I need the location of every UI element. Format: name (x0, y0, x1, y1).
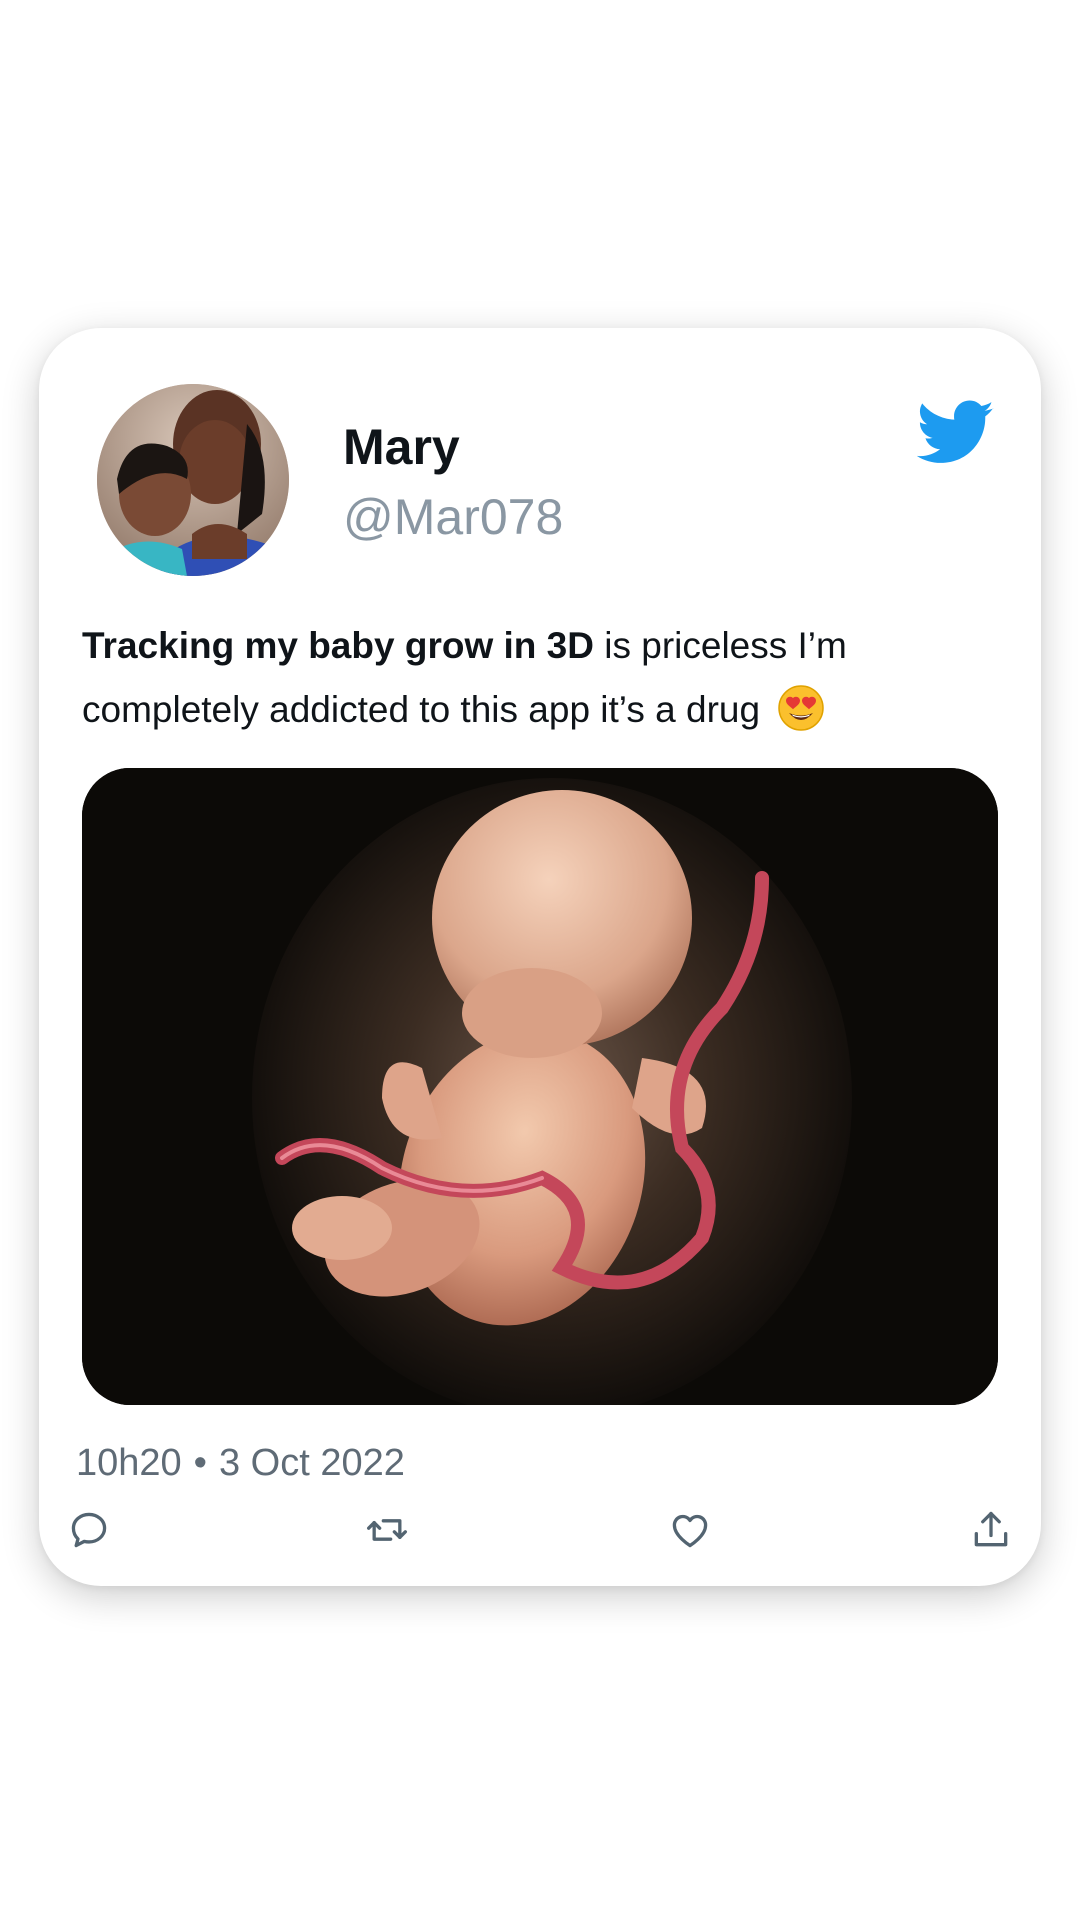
tweet-date: 3 Oct 2022 (218, 1442, 405, 1484)
heart-eyes-emoji (778, 685, 825, 731)
tweet-text: Tracking my baby grow in 3D is priceless… (82, 614, 982, 742)
heart-icon[interactable] (668, 1508, 712, 1552)
tweet-text-bold: Tracking my baby grow in 3D (82, 625, 594, 666)
reply-icon[interactable] (67, 1508, 111, 1552)
avatar[interactable] (97, 384, 289, 576)
tweet-actions (67, 1508, 1027, 1558)
tweet-time: 10h20 (76, 1442, 182, 1484)
display-name[interactable]: Mary (343, 422, 460, 472)
tweet-media-image[interactable] (82, 768, 998, 1405)
user-handle[interactable]: @Mar078 (343, 492, 563, 542)
tweet-card[interactable]: Mary @Mar078 Tracking my baby grow in 3D… (39, 328, 1041, 1586)
meta-separator: • (193, 1442, 207, 1484)
twitter-bird-icon (916, 400, 995, 466)
retweet-icon[interactable] (365, 1508, 409, 1552)
screen: Mary @Mar078 Tracking my baby grow in 3D… (0, 0, 1080, 1920)
share-icon[interactable] (969, 1508, 1013, 1552)
tweet-timestamp: 10h20 • 3 Oct 2022 (76, 1444, 405, 1482)
